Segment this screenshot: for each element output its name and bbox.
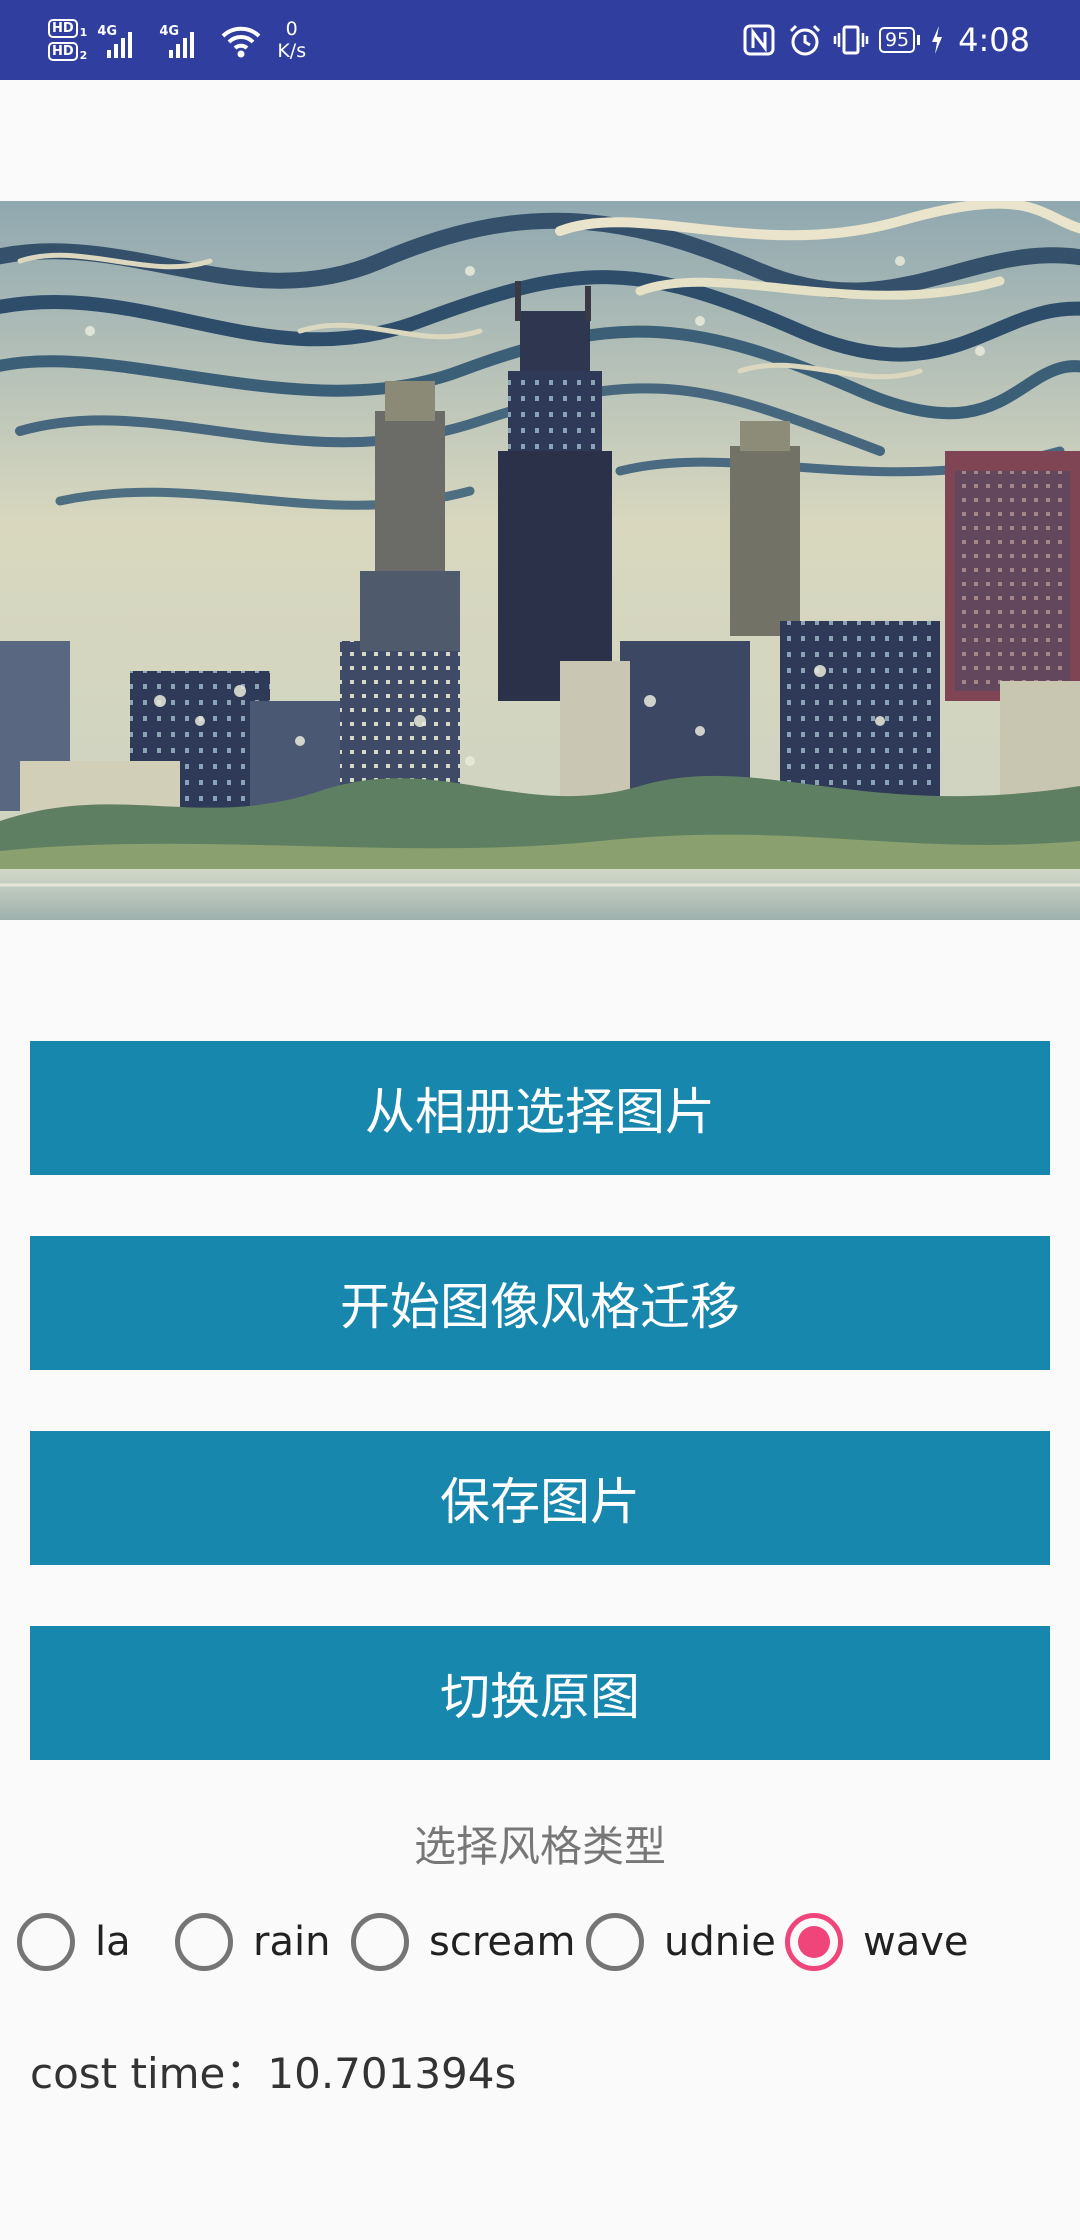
choose-from-album-button[interactable]: 从相册选择图片 — [30, 1041, 1050, 1175]
radio-la-circle[interactable] — [17, 1913, 75, 1971]
radio-scream-label: scream — [429, 1919, 576, 1965]
hd2-badge: HD — [48, 42, 78, 61]
net-speed: 0 K/s — [277, 18, 306, 62]
hd1-sub: 1 — [79, 26, 88, 39]
toggle-original-button[interactable]: 切换原图 — [30, 1626, 1050, 1760]
radio-rain[interactable]: rain — [175, 1908, 330, 1976]
net-speed-unit: K/s — [277, 40, 307, 62]
signal-icon: 4G — [95, 18, 149, 62]
status-time: 4:08 — [958, 21, 1030, 59]
hd-icon: HD 1 HD 2 — [48, 19, 87, 61]
save-image-button[interactable]: 保存图片 — [30, 1431, 1050, 1565]
hd1-badge: HD — [48, 19, 78, 38]
style-type-label: 选择风格类型 — [413, 1822, 666, 1871]
radio-scream-circle[interactable] — [351, 1913, 409, 1971]
radio-scream[interactable]: scream — [351, 1908, 575, 1976]
vibrate-icon — [833, 25, 869, 55]
status-left: HD 1 HD 2 4G 4G 0 K/s — [48, 10, 306, 70]
radio-udnie-circle[interactable] — [586, 1913, 644, 1971]
battery-level: 95 — [878, 27, 916, 53]
cost-time-text: cost time：10.701394s — [30, 2049, 517, 2098]
radio-wave[interactable]: wave — [785, 1908, 969, 1976]
style-radio-group: la rain scream udnie wave — [0, 1908, 1080, 1976]
radio-rain-circle[interactable] — [175, 1913, 233, 1971]
battery-icon: 95 — [878, 27, 921, 53]
radio-wave-dot — [798, 1926, 830, 1958]
radio-rain-label: rain — [253, 1919, 331, 1965]
radio-la[interactable]: la — [17, 1908, 131, 1976]
alarm-icon — [789, 24, 821, 56]
signal-icon-2: 4G — [157, 18, 211, 62]
radio-wave-label: wave — [863, 1919, 969, 1965]
radio-wave-circle[interactable] — [785, 1913, 843, 1971]
status-right: 95 4:08 — [741, 10, 1030, 70]
net-speed-value: 0 — [285, 18, 298, 40]
radio-udnie[interactable]: udnie — [586, 1908, 776, 1976]
hd2-sub: 2 — [79, 49, 88, 62]
nfc-icon — [743, 24, 775, 56]
wifi-icon — [221, 26, 261, 58]
styled-image-preview — [0, 201, 1080, 920]
radio-udnie-label: udnie — [664, 1919, 776, 1965]
start-style-transfer-button[interactable]: 开始图像风格迁移 — [30, 1236, 1050, 1370]
radio-la-label: la — [95, 1919, 131, 1965]
status-bar: HD 1 HD 2 4G 4G 0 K/s 95 4:08 — [0, 0, 1080, 80]
charging-icon — [932, 26, 943, 54]
